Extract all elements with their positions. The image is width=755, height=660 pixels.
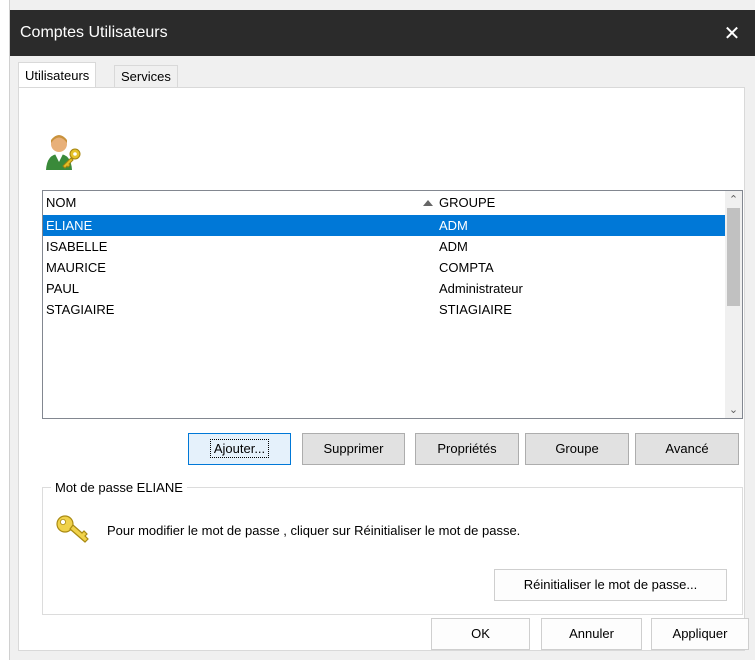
properties-button[interactable]: Propriétés	[415, 433, 519, 465]
close-icon[interactable]: ✕	[709, 10, 755, 56]
add-user-button-label: Ajouter...	[209, 439, 270, 458]
column-header-groupe[interactable]: GROUPE	[439, 191, 495, 215]
dialog-body: Utilisateurs Services NOM GROUPE ELIANE …	[10, 56, 755, 660]
ok-button[interactable]: OK	[431, 618, 530, 650]
column-header-nom[interactable]: NOM	[46, 191, 76, 215]
table-row[interactable]: ELIANE ADM	[43, 215, 725, 236]
add-user-button[interactable]: Ajouter...	[188, 433, 291, 465]
vertical-scrollbar[interactable]: ⌃ ⌄	[725, 191, 742, 418]
sort-ascending-icon	[423, 200, 433, 206]
delete-user-button[interactable]: Supprimer	[302, 433, 405, 465]
list-rows: ELIANE ADM ISABELLE ADM MAURICE COMPTA P…	[43, 215, 725, 320]
cell-nom: ISABELLE	[46, 239, 108, 254]
cell-nom: PAUL	[46, 281, 79, 296]
table-row[interactable]: MAURICE COMPTA	[43, 257, 725, 278]
tab-utilisateurs[interactable]: Utilisateurs	[18, 62, 97, 87]
advanced-button[interactable]: Avancé	[635, 433, 739, 465]
password-groupbox: Mot de passe ELIANE Pour modifier le mot…	[42, 479, 743, 615]
cell-groupe: STIAGIAIRE	[439, 302, 512, 317]
tab-panel-utilisateurs: NOM GROUPE ELIANE ADM ISABELLE ADM MAURI…	[18, 87, 745, 651]
user-key-icon	[46, 135, 81, 170]
cell-nom: STAGIAIRE	[46, 302, 115, 317]
table-row[interactable]: PAUL Administrateur	[43, 278, 725, 299]
table-row[interactable]: STAGIAIRE STIAGIAIRE	[43, 299, 725, 320]
cell-nom: MAURICE	[46, 260, 106, 275]
group-button[interactable]: Groupe	[525, 433, 629, 465]
window-title: Comptes Utilisateurs	[20, 24, 168, 41]
cell-groupe: ADM	[439, 218, 468, 233]
list-header: NOM GROUPE	[43, 191, 725, 215]
scroll-thumb[interactable]	[727, 208, 740, 306]
scroll-down-icon[interactable]: ⌄	[725, 401, 742, 418]
key-icon	[56, 515, 89, 543]
cell-groupe: ADM	[439, 239, 468, 254]
apply-button[interactable]: Appliquer	[651, 618, 749, 650]
scroll-up-icon[interactable]: ⌃	[725, 191, 742, 208]
cell-groupe: Administrateur	[439, 281, 523, 296]
title-bar: Comptes Utilisateurs ✕	[10, 10, 755, 56]
cell-groupe: COMPTA	[439, 260, 494, 275]
table-row[interactable]: ISABELLE ADM	[43, 236, 725, 257]
cancel-button[interactable]: Annuler	[541, 618, 642, 650]
password-group-title: Mot de passe ELIANE	[51, 479, 187, 496]
tab-services[interactable]: Services	[114, 65, 178, 87]
users-list[interactable]: NOM GROUPE ELIANE ADM ISABELLE ADM MAURI…	[42, 190, 743, 419]
reset-password-button[interactable]: Réinitialiser le mot de passe...	[494, 569, 727, 601]
cell-nom: ELIANE	[46, 218, 93, 233]
background-edge	[0, 0, 10, 660]
password-instructions: Pour modifier le mot de passe , cliquer …	[107, 523, 521, 538]
